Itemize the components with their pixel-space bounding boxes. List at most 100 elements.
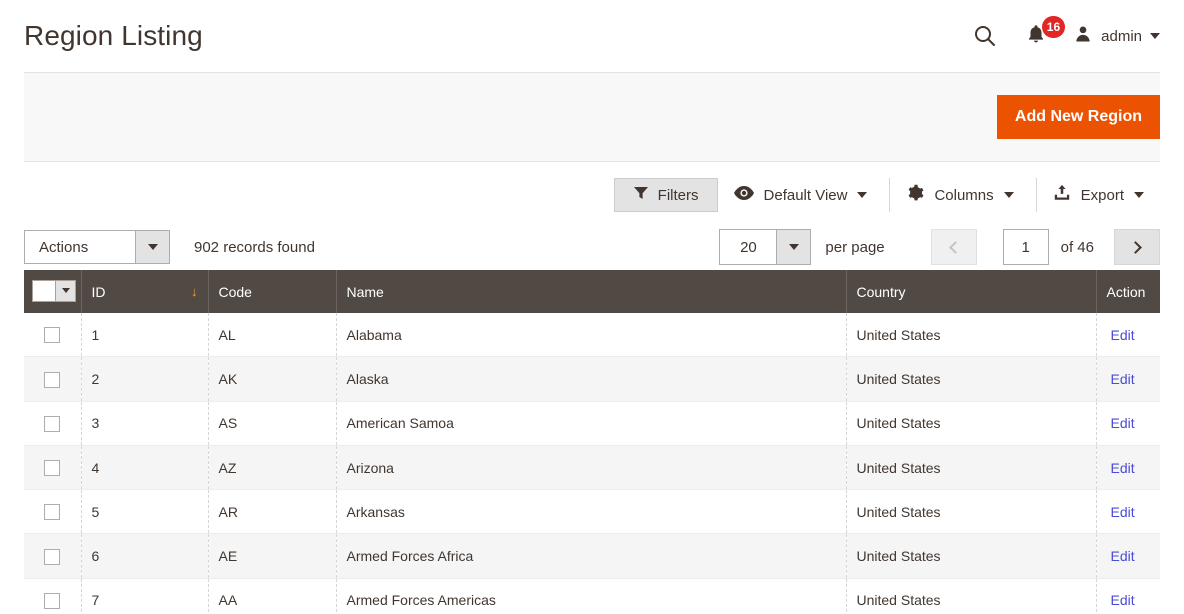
filters-button[interactable]: Filters	[613, 178, 718, 212]
row-select-cell[interactable]	[24, 356, 82, 402]
cell-id: 6	[81, 533, 209, 579]
cell-country: United States	[846, 401, 1097, 446]
notifications-button[interactable]: 16	[1011, 16, 1067, 56]
cell-code: AL	[208, 313, 337, 358]
eye-icon	[733, 186, 754, 204]
row-checkbox[interactable]	[44, 504, 61, 521]
pager: of 46	[930, 229, 1160, 265]
table-row[interactable]: 4 AZ Arizona United States Edit	[24, 445, 1160, 491]
mass-actions-select[interactable]: Actions	[24, 230, 170, 264]
page-header: Region Listing 16 admin	[0, 0, 1184, 72]
next-page-button[interactable]	[1114, 229, 1160, 265]
cell-country: United States	[846, 489, 1097, 535]
column-header-code[interactable]: Code	[208, 270, 337, 313]
column-header-action: Action	[1096, 270, 1160, 313]
cell-code: AS	[208, 401, 337, 446]
row-checkbox[interactable]	[44, 371, 61, 388]
row-select-cell[interactable]	[24, 445, 82, 491]
search-icon	[973, 24, 997, 48]
row-checkbox[interactable]	[44, 415, 61, 432]
row-select-cell[interactable]	[24, 578, 82, 614]
cell-code: AZ	[208, 445, 337, 491]
row-checkbox[interactable]	[44, 327, 61, 344]
edit-link[interactable]: Edit	[1111, 460, 1135, 476]
columns-dropdown[interactable]: Columns	[889, 178, 1029, 212]
row-select-cell[interactable]	[24, 489, 82, 535]
upload-icon	[1053, 184, 1071, 206]
cell-name: Armed Forces Americas	[336, 578, 847, 614]
select-all-checkbox[interactable]	[33, 280, 55, 301]
row-checkbox[interactable]	[44, 548, 61, 565]
chevron-down-icon	[857, 192, 868, 198]
grid-header: ID ↓ Code Name Country Action	[24, 270, 1160, 313]
per-page-value: 20	[740, 238, 757, 256]
cell-action: Edit	[1096, 533, 1160, 579]
cell-id: 5	[81, 489, 209, 535]
row-checkbox[interactable]	[44, 593, 61, 610]
cell-action: Edit	[1096, 401, 1160, 446]
default-view-dropdown[interactable]: Default View	[718, 178, 884, 212]
columns-label: Columns	[934, 186, 994, 204]
user-avatar-icon	[1073, 24, 1093, 49]
cell-action: Edit	[1096, 489, 1160, 535]
export-label: Export	[1080, 186, 1124, 204]
edit-link[interactable]: Edit	[1111, 371, 1135, 387]
column-header-name[interactable]: Name	[336, 270, 847, 313]
edit-link[interactable]: Edit	[1111, 504, 1135, 520]
cell-name: Alaska	[336, 356, 847, 402]
table-row[interactable]: 5 AR Arkansas United States Edit	[24, 489, 1160, 535]
edit-link[interactable]: Edit	[1111, 415, 1135, 431]
pagination-controls: 20 per page of 46	[719, 229, 1160, 265]
cell-id: 7	[81, 578, 209, 614]
cell-id: 3	[81, 401, 209, 446]
grid-header-row: ID ↓ Code Name Country Action	[24, 270, 1160, 313]
chevron-down-icon[interactable]	[55, 280, 75, 301]
sort-descending-icon: ↓	[191, 284, 198, 299]
edit-link[interactable]: Edit	[1111, 327, 1135, 343]
row-select-cell[interactable]	[24, 401, 82, 446]
cell-name: American Samoa	[336, 401, 847, 446]
cell-country: United States	[846, 533, 1097, 579]
grid-actions-row: Actions 902 records found 20 per page of…	[0, 214, 1184, 270]
funnel-icon	[633, 185, 649, 205]
export-dropdown[interactable]: Export	[1035, 178, 1160, 212]
edit-link[interactable]: Edit	[1111, 592, 1135, 608]
per-page-select[interactable]: 20	[719, 229, 812, 265]
chevron-right-icon	[1129, 240, 1142, 254]
cell-country: United States	[846, 445, 1097, 491]
default-view-label: Default View	[763, 186, 848, 204]
add-new-region-button[interactable]: Add New Region	[996, 95, 1160, 139]
edit-link[interactable]: Edit	[1111, 548, 1135, 564]
page-number-input[interactable]	[1002, 229, 1049, 265]
table-row[interactable]: 6 AE Armed Forces Africa United States Edit	[24, 533, 1160, 579]
gear-icon	[906, 184, 924, 206]
select-all-checkbox-dropdown[interactable]	[32, 279, 76, 302]
chevron-down-icon	[1134, 192, 1144, 198]
column-header-country[interactable]: Country	[846, 270, 1097, 313]
search-button[interactable]	[959, 16, 1011, 56]
row-select-cell[interactable]	[24, 313, 82, 358]
table-row[interactable]: 7 AA Armed Forces Americas United States Edi…	[24, 578, 1160, 614]
admin-username: admin	[1101, 27, 1142, 45]
cell-code: AE	[208, 533, 337, 579]
table-row[interactable]: 2 AK Alaska United States Edit	[24, 356, 1160, 402]
column-header-id[interactable]: ID ↓	[81, 270, 209, 313]
chevron-down-icon	[1003, 192, 1014, 198]
page-title: Region Listing	[24, 20, 203, 51]
cell-code: AA	[208, 578, 337, 614]
filters-label: Filters	[657, 186, 699, 204]
cell-action: Edit	[1096, 578, 1160, 614]
admin-menu[interactable]: admin	[1067, 24, 1160, 49]
per-page-label: per page	[825, 238, 885, 256]
row-select-cell[interactable]	[24, 533, 82, 579]
table-row[interactable]: 3 AS American Samoa United States Edit	[24, 401, 1160, 446]
table-row[interactable]: 1 AL Alabama United States Edit	[24, 313, 1160, 358]
mass-actions-label: Actions	[39, 238, 89, 256]
cell-code: AR	[208, 489, 337, 535]
page-actions-band: Add New Region	[24, 72, 1160, 162]
row-checkbox[interactable]	[44, 460, 61, 477]
previous-page-button[interactable]	[930, 229, 977, 265]
column-header-mass-select[interactable]	[24, 270, 82, 313]
chevron-down-icon	[1150, 33, 1160, 39]
grid-body: 1 AL Alabama United States Edit 2 AK Alaska Unit…	[24, 313, 1160, 614]
